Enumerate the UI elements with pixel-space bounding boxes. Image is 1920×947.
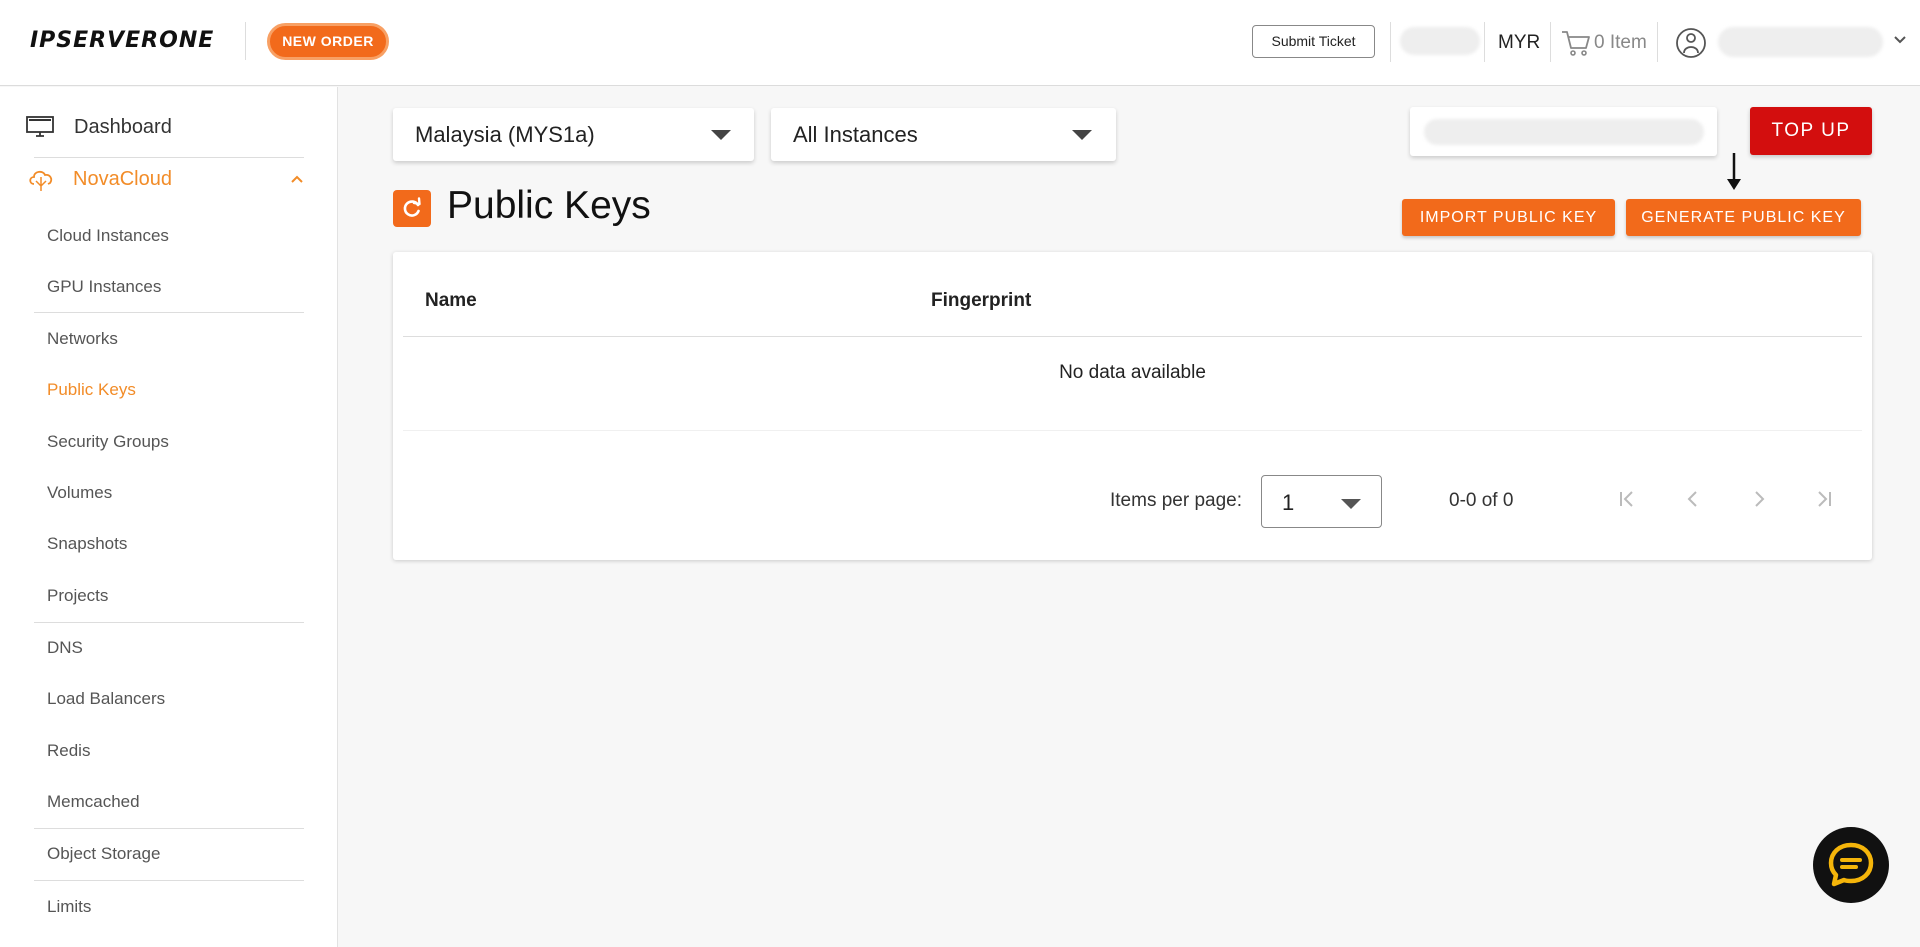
next-page-icon[interactable] <box>1741 481 1777 517</box>
sidebar-item-public-keys[interactable]: Public Keys <box>47 380 136 400</box>
sidebar-item-redis[interactable]: Redis <box>47 741 90 761</box>
sidebar-item-cloud-instances[interactable]: Cloud Instances <box>47 226 169 246</box>
sidebar-item-memcached[interactable]: Memcached <box>47 792 140 812</box>
sidebar-divider <box>34 157 304 158</box>
caret-down-icon <box>711 130 731 140</box>
import-public-key-button[interactable]: IMPORT PUBLIC KEY <box>1402 199 1615 236</box>
chat-support-button[interactable] <box>1813 827 1889 903</box>
items-per-page-label: Items per page: <box>1110 490 1243 511</box>
user-account-icon[interactable] <box>1675 27 1707 59</box>
region-select[interactable]: Malaysia (MYS1a) <box>393 108 754 161</box>
sidebar-divider <box>34 622 304 623</box>
caret-down-icon <box>1072 130 1092 140</box>
generate-public-key-button[interactable]: GENERATE PUBLIC KEY <box>1626 199 1861 236</box>
sidebar: Dashboard NovaCloud Cloud Instances GPU … <box>0 87 338 947</box>
sidebar-item-load-balancers[interactable]: Load Balancers <box>47 689 165 709</box>
table-header-divider <box>403 336 1862 337</box>
sidebar-divider <box>34 880 304 881</box>
refresh-button[interactable] <box>393 190 431 227</box>
pagination-range: 0-0 of 0 <box>1449 490 1514 511</box>
currency-selector[interactable]: MYR <box>1498 32 1540 54</box>
submit-ticket-button[interactable]: Submit Ticket <box>1252 25 1375 58</box>
sidebar-item-label: Dashboard <box>74 115 172 138</box>
sidebar-item-object-storage[interactable]: Object Storage <box>47 844 160 864</box>
monitor-icon <box>26 116 54 137</box>
sidebar-item-dns[interactable]: DNS <box>47 638 83 658</box>
region-select-value: Malaysia (MYS1a) <box>415 122 595 147</box>
sidebar-section-label: NovaCloud <box>73 167 172 190</box>
header-divider <box>1484 22 1485 62</box>
balance-display <box>1410 107 1717 156</box>
caret-down-icon <box>1341 499 1361 509</box>
arrow-down-icon <box>1727 153 1741 190</box>
instances-select[interactable]: All Instances <box>771 108 1116 161</box>
column-header-name[interactable]: Name <box>425 290 477 312</box>
cart-icon[interactable] <box>1561 30 1591 56</box>
public-keys-table: Name Fingerprint No data available Items… <box>393 252 1872 560</box>
instances-select-value: All Instances <box>793 122 918 147</box>
sidebar-divider <box>34 312 304 313</box>
page-title: Public Keys <box>447 184 651 227</box>
cloud-icon <box>29 170 53 191</box>
refresh-icon <box>403 197 421 217</box>
redacted-balance <box>1424 119 1704 145</box>
header-divider <box>1550 22 1551 62</box>
sidebar-item-gpu-instances[interactable]: GPU Instances <box>47 277 161 297</box>
previous-page-icon[interactable] <box>1675 481 1711 517</box>
header-divider <box>1390 22 1391 62</box>
top-up-button[interactable]: TOP UP <box>1750 107 1872 155</box>
sidebar-divider <box>34 828 304 829</box>
chat-bubble-icon <box>1828 842 1874 887</box>
redacted-username <box>1718 27 1883 57</box>
sidebar-item-security-groups[interactable]: Security Groups <box>47 432 169 452</box>
sidebar-section-novacloud[interactable]: NovaCloud <box>26 159 306 199</box>
sidebar-item-limits[interactable]: Limits <box>47 897 91 917</box>
redacted-credit <box>1400 27 1480 55</box>
header-divider <box>1657 22 1658 62</box>
items-per-page-value: 1 <box>1282 490 1295 515</box>
sidebar-item-snapshots[interactable]: Snapshots <box>47 534 127 554</box>
table-row-divider <box>403 430 1862 431</box>
column-header-fingerprint[interactable]: Fingerprint <box>931 290 1031 312</box>
last-page-icon[interactable] <box>1806 481 1842 517</box>
sidebar-item-projects[interactable]: Projects <box>47 586 108 606</box>
logo-divider <box>245 22 246 60</box>
sidebar-item-volumes[interactable]: Volumes <box>47 483 112 503</box>
first-page-icon[interactable] <box>1609 481 1645 517</box>
new-order-button[interactable]: NEW ORDER <box>267 23 389 60</box>
ipserverone-logo[interactable]: IPSERVERONE <box>30 28 214 53</box>
top-header: IPSERVERONE NEW ORDER Submit Ticket MYR … <box>0 0 1920 86</box>
sidebar-item-networks[interactable]: Networks <box>47 329 118 349</box>
chevron-up-icon[interactable] <box>289 172 305 186</box>
sidebar-item-dashboard[interactable]: Dashboard <box>26 107 306 147</box>
cart-count[interactable]: 0 Item <box>1594 32 1647 54</box>
empty-state-text: No data available <box>1059 362 1206 383</box>
items-per-page-select[interactable]: 1 <box>1261 475 1382 528</box>
chevron-down-icon[interactable] <box>1893 33 1907 47</box>
